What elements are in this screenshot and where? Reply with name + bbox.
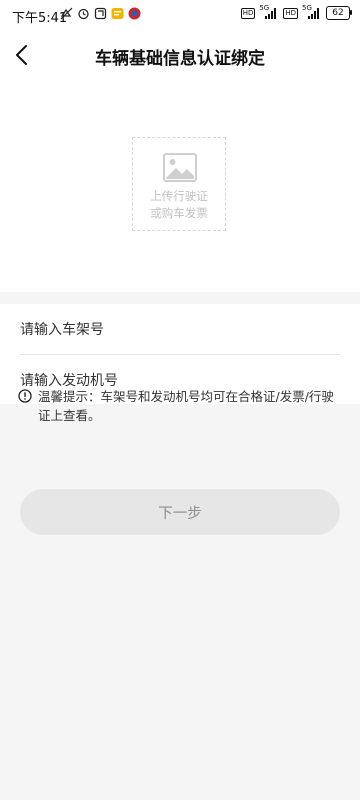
network-type: 5G [259, 4, 270, 12]
message-app-icon [111, 8, 124, 19]
mute-icon [60, 7, 73, 20]
nav-bar: 车辆基础信息认证绑定 [0, 30, 360, 80]
system-status: HD 5G HD 5G 62 [240, 4, 352, 20]
section-divider [0, 292, 360, 304]
hd-badge-2: HD [283, 7, 298, 19]
frame-number-input[interactable] [20, 306, 340, 354]
tip-notice: 温馨提示：车架号和发动机号均可在合格证/发票/行驶证上查看。 [18, 387, 343, 425]
upload-license-button[interactable]: 上传行驶证 或购车发票 [132, 137, 226, 231]
status-time: 下午5:41 [12, 11, 68, 26]
network-type-2: 5G [302, 4, 312, 12]
page-title: 车辆基础信息认证绑定 [95, 49, 265, 69]
status-bar: 下午5:41 HD 5G HD 5G 62 [0, 0, 360, 30]
app-notification-icon [94, 7, 107, 20]
alarm-icon [78, 8, 89, 20]
next-step-button[interactable]: 下一步 [20, 489, 340, 535]
signal-icon-2: 5G [302, 4, 322, 20]
upload-hint: 上传行驶证 或购车发票 [133, 188, 225, 222]
notification-icons [60, 7, 141, 20]
upload-section: 上传行驶证 或购车发票 [0, 80, 360, 292]
image-icon [163, 153, 197, 182]
field-divider [20, 354, 340, 355]
battery-icon: 62 [326, 6, 352, 20]
upload-hint-line2: 或购车发票 [150, 206, 208, 220]
store-app-icon [128, 7, 141, 20]
signal-icon: 5G [259, 4, 279, 20]
hd-badge: HD [240, 7, 256, 19]
upload-hint-line1: 上传行驶证 [150, 189, 208, 203]
info-circle-icon [18, 389, 32, 403]
tip-text: 温馨提示：车架号和发动机号均可在合格证/发票/行驶证上查看。 [38, 389, 334, 423]
